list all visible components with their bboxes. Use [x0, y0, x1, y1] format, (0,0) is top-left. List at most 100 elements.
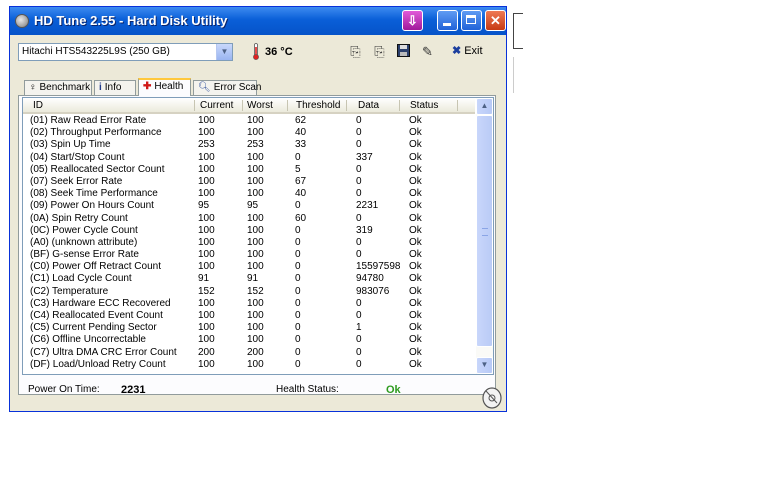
current-value: 100: [198, 297, 215, 309]
worst-value: 100: [247, 224, 264, 236]
worst-value: 100: [247, 212, 264, 224]
benchmark-icon: ♀: [29, 82, 37, 93]
column-divider[interactable]: [399, 100, 400, 111]
table-row[interactable]: (C4) Reallocated Event Count 100 100 0 0 Ok: [23, 310, 475, 322]
raw-data-value: 0: [356, 249, 362, 261]
threshold-value: 0: [295, 310, 301, 321]
column-divider[interactable]: [346, 100, 347, 111]
copy-info-icon[interactable]: ⎘: [348, 44, 363, 59]
table-row[interactable]: (0A) Spin Retry Count 100 100 60 0 Ok: [23, 213, 475, 225]
status-value: Ok: [409, 175, 422, 187]
attribute-id: (C4) Reallocated Event Count: [30, 310, 163, 321]
smart-attribute-list[interactable]: ID Current Worst Threshold Data Status (…: [22, 97, 494, 375]
column-header-threshold[interactable]: Threshold: [296, 100, 340, 111]
raw-data-value: 2231: [356, 200, 379, 212]
scrollbar-thumb[interactable]: [476, 115, 493, 347]
table-row[interactable]: (05) Reallocated Sector Count 100 100 5 0 Ok: [23, 164, 475, 176]
drive-select[interactable]: Hitachi HTS543225L9S (250 GB) ▼: [18, 43, 233, 61]
vertical-scrollbar[interactable]: ▲ ▼: [476, 98, 493, 374]
hdtune-disk-icon: [15, 14, 29, 28]
raw-data-value: 0: [356, 310, 362, 321]
close-icon[interactable]: ✕: [485, 10, 506, 31]
status-value: Ok: [409, 163, 422, 175]
table-row[interactable]: (C0) Power Off Retract Count 100 100 0 15597…: [23, 261, 475, 273]
table-row[interactable]: (DF) Load/Unload Retry Count 100 100 0 0 Ok: [23, 359, 475, 371]
raw-data-value: 983076: [356, 285, 390, 297]
background-window-edge: [513, 13, 523, 49]
worst-value: 100: [247, 249, 264, 261]
tab-health[interactable]: ✚ Health: [138, 78, 191, 96]
table-row[interactable]: (02) Throughput Performance 100 100 40 0 Ok: [23, 127, 475, 139]
health-status-label: Health Status:: [276, 384, 339, 395]
table-row[interactable]: (C6) Offline Uncorrectable 100 100 0 0 Ok: [23, 334, 475, 346]
table-row[interactable]: (08) Seek Time Performance 100 100 40 0 Ok: [23, 188, 475, 200]
worst-value: 100: [247, 310, 264, 321]
attribute-id: (DF) Load/Unload Retry Count: [30, 358, 166, 370]
worst-value: 100: [247, 163, 264, 175]
table-row[interactable]: (09) Power On Hours Count 95 95 0 2231 Ok: [23, 200, 475, 212]
table-row[interactable]: (A0) (unknown attribute) 100 100 0 0 Ok: [23, 237, 475, 249]
raw-data-value: 1: [356, 322, 362, 334]
column-divider[interactable]: [242, 100, 243, 111]
options-wrench-icon[interactable]: ✎: [420, 44, 435, 59]
raw-data-value: 0: [356, 139, 362, 151]
table-row[interactable]: (C1) Load Cycle Count 91 91 0 94780 Ok: [23, 273, 475, 285]
attribute-id: (A0) (unknown attribute): [30, 236, 138, 248]
threshold-value: 67: [295, 175, 307, 187]
copy-screenshot-icon[interactable]: ⎘: [372, 44, 387, 59]
column-divider[interactable]: [194, 100, 195, 111]
table-row[interactable]: (C7) Ultra DMA CRC Error Count 200 200 0 0 Ok: [23, 347, 475, 359]
maximize-icon[interactable]: [461, 10, 482, 31]
table-row[interactable]: (03) Spin Up Time 253 253 33 0 Ok: [23, 139, 475, 151]
attribute-id: (09) Power On Hours Count: [30, 200, 154, 212]
status-value: Ok: [409, 127, 422, 139]
raw-data-value: 0: [356, 188, 362, 200]
raw-data-value: 0: [356, 297, 362, 309]
column-header-current[interactable]: Current: [200, 100, 233, 111]
table-row[interactable]: (01) Raw Read Error Rate 100 100 62 0 Ok: [23, 115, 475, 127]
status-value: Ok: [409, 358, 422, 370]
column-header-worst[interactable]: Worst: [247, 100, 273, 111]
exit-button[interactable]: ✖ Exit: [452, 44, 483, 57]
chevron-down-icon[interactable]: ▼: [216, 44, 232, 60]
tab-label: Error Scan: [213, 82, 262, 93]
status-value: Ok: [409, 261, 422, 273]
attribute-id: (02) Throughput Performance: [30, 127, 162, 139]
table-row[interactable]: (C2) Temperature 152 152 0 983076 Ok: [23, 286, 475, 298]
column-header-id[interactable]: ID: [33, 100, 43, 111]
scroll-down-icon[interactable]: ▼: [476, 357, 493, 374]
threshold-value: 0: [295, 273, 301, 285]
table-row[interactable]: (C3) Hardware ECC Recovered 100 100 0 0 Ok: [23, 298, 475, 310]
download-icon[interactable]: ⇩: [402, 10, 423, 31]
thermometer-icon: [253, 43, 259, 60]
table-row[interactable]: (04) Start/Stop Count 100 100 0 337 Ok: [23, 152, 475, 164]
status-value: Ok: [409, 224, 422, 236]
table-row[interactable]: (07) Seek Error Rate 100 100 67 0 Ok: [23, 176, 475, 188]
column-divider[interactable]: [457, 100, 458, 111]
attribute-id: (01) Raw Read Error Rate: [30, 115, 147, 126]
temperature-readout: 36 °C: [265, 46, 293, 58]
current-value: 100: [198, 224, 215, 236]
current-value: 100: [198, 175, 215, 187]
table-row[interactable]: (0C) Power Cycle Count 100 100 0 319 Ok: [23, 225, 475, 237]
scroll-up-icon[interactable]: ▲: [476, 98, 493, 115]
title-bar[interactable]: HD Tune 2.55 - Hard Disk Utility ⇩ ✕: [10, 7, 506, 35]
tab-label: Info: [104, 82, 122, 93]
column-header-data[interactable]: Data: [358, 100, 379, 111]
attribute-id: (C0) Power Off Retract Count: [30, 261, 161, 273]
threshold-value: 0: [295, 200, 301, 212]
raw-data-value: 0: [356, 175, 362, 187]
save-disk-icon[interactable]: [396, 44, 411, 59]
table-row[interactable]: (BF) G-sense Error Rate 100 100 0 0 Ok: [23, 249, 475, 261]
tab-error-scan[interactable]: 🔍︎ Error Scan: [193, 80, 262, 95]
threshold-value: 0: [295, 334, 301, 346]
column-header-status[interactable]: Status: [410, 100, 438, 111]
attribute-id: (0A) Spin Retry Count: [30, 212, 128, 224]
column-divider[interactable]: [287, 100, 288, 111]
table-row[interactable]: (C5) Current Pending Sector 100 100 0 1 Ok: [23, 322, 475, 334]
minimize-icon[interactable]: [437, 10, 458, 31]
tab-benchmark[interactable]: ♀ Benchmark: [24, 80, 92, 95]
status-value: Ok: [409, 297, 422, 309]
tab-info[interactable]: i Info: [94, 80, 136, 95]
worst-value: 100: [247, 261, 264, 273]
